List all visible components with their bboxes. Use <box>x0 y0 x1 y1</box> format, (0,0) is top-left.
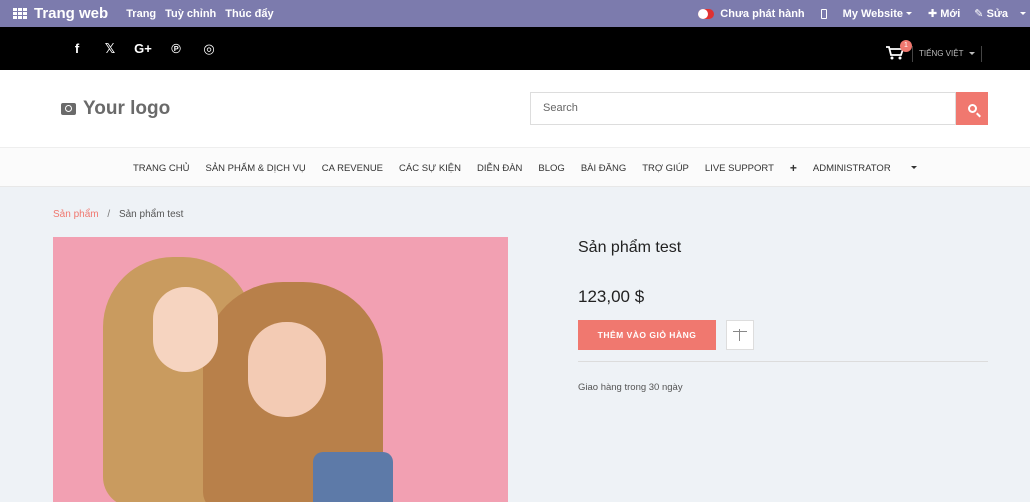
site-logo[interactable]: Your logo <box>61 98 170 120</box>
publish-toggle[interactable] <box>698 8 715 19</box>
new-button[interactable]: ✚ Mới <box>928 7 960 20</box>
admin-menu-customize[interactable]: Tuỳ chỉnh <box>165 8 216 20</box>
cart-count-badge: 1 <box>900 40 912 52</box>
facebook-icon[interactable]: f <box>66 41 88 56</box>
language-selector[interactable]: TIẾNG VIỆT <box>912 46 982 62</box>
product-title: Sản phẩm test <box>578 239 682 256</box>
nav-item-products[interactable]: SẢN PHẨM & DỊCH VỤ <box>205 163 305 174</box>
google-plus-icon[interactable]: G+ <box>132 41 154 56</box>
admin-menu-promote[interactable]: Thúc đẩy <box>225 8 273 20</box>
product-image[interactable] <box>53 237 508 502</box>
search-input[interactable]: Search <box>530 92 956 125</box>
admin-right-actions: Chưa phát hành My Website ✚ Mới ✎ Sửa <box>698 0 1030 27</box>
admin-menu: Trang Tuỳ chỉnh Thúc đẩy <box>126 8 273 20</box>
nav-item-live-support[interactable]: LIVE SUPPORT <box>705 163 774 174</box>
compare-button[interactable] <box>726 320 754 350</box>
nav-items: TRANG CHỦ SẢN PHẨM & DỊCH VỤ CA REVENUE … <box>133 148 949 188</box>
nav-item-forum[interactable]: DIỄN ĐÀN <box>477 163 522 174</box>
logo-text: Your logo <box>83 98 171 119</box>
language-label: TIẾNG VIỆT <box>919 49 964 58</box>
pencil-icon: ✎ <box>974 8 984 20</box>
nav-item-blog[interactable]: BLOG <box>538 163 564 174</box>
product-price: 123,00 $ <box>578 287 645 306</box>
instagram-icon[interactable]: ◎ <box>198 41 220 57</box>
site-header: Your logo Search <box>0 70 1030 147</box>
image-shape <box>248 322 326 417</box>
add-menu-icon[interactable]: + <box>790 161 797 175</box>
edit-button[interactable]: ✎ Sửa <box>974 7 1008 20</box>
nav-item-help[interactable]: TRỢ GIÚP <box>642 163 689 174</box>
breadcrumb: Sản phẩm / Sản phẩm test <box>53 209 183 220</box>
new-label: Mới <box>940 8 961 20</box>
plus-icon: ✚ <box>927 8 938 20</box>
pinterest-icon[interactable]: ℗ <box>165 41 187 56</box>
publish-status[interactable]: Chưa phát hành <box>720 8 804 20</box>
breadcrumb-current: Sản phẩm test <box>118 209 184 220</box>
mobile-preview-icon[interactable] <box>820 8 827 19</box>
nav-item-home[interactable]: TRANG CHỦ <box>133 163 189 174</box>
chevron-down-icon <box>968 52 975 56</box>
camera-icon <box>61 103 76 115</box>
divider <box>578 361 988 362</box>
chevron-down-icon[interactable] <box>1020 12 1026 15</box>
website-switcher[interactable]: My Website <box>843 8 912 20</box>
breadcrumb-separator: / <box>107 209 111 220</box>
admin-menu-pages[interactable]: Trang <box>126 8 156 20</box>
nav-item-posts[interactable]: BÀI ĐĂNG <box>581 163 626 174</box>
search-icon <box>967 104 977 113</box>
administrator-label: ADMINISTRATOR <box>812 162 891 174</box>
twitter-icon[interactable]: 𝕏 <box>99 41 121 57</box>
cart-button[interactable]: 1 <box>886 40 912 60</box>
chevron-down-icon <box>910 166 917 170</box>
edit-label: Sửa <box>986 8 1008 20</box>
admin-brand[interactable]: Trang web <box>34 5 108 22</box>
scale-icon <box>733 329 747 341</box>
nav-item-events[interactable]: CÁC SỰ KIỆN <box>399 163 461 174</box>
image-shape <box>313 452 393 502</box>
social-icons: f 𝕏 G+ ℗ ◎ <box>66 27 231 70</box>
website-name: My Website <box>842 7 903 20</box>
chevron-down-icon <box>905 12 912 16</box>
nav-item-ca-revenue[interactable]: CA REVENUE <box>322 163 383 174</box>
search-button[interactable] <box>956 92 988 125</box>
apps-grid-icon[interactable] <box>13 7 27 20</box>
nav-item-administrator[interactable]: ADMINISTRATOR <box>813 163 933 174</box>
image-shape <box>153 287 218 372</box>
shipping-info: Giao hàng trong 30 ngày <box>578 382 683 393</box>
social-bar: f 𝕏 G+ ℗ ◎ 1 TIẾNG VIỆT <box>0 27 1030 70</box>
main-nav: TRANG CHỦ SẢN PHẨM & DỊCH VỤ CA REVENUE … <box>0 147 1030 187</box>
breadcrumb-parent[interactable]: Sản phẩm <box>53 209 99 220</box>
admin-bar: Trang web Trang Tuỳ chỉnh Thúc đẩy Chưa … <box>0 0 1030 27</box>
add-to-cart-button[interactable]: THÊM VÀO GIỎ HÀNG <box>578 320 716 350</box>
